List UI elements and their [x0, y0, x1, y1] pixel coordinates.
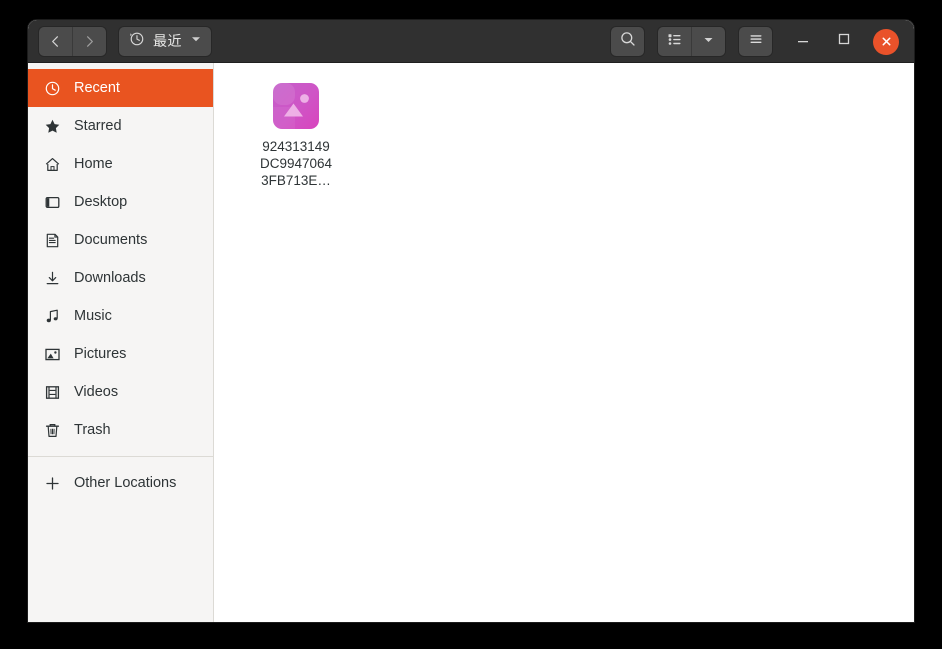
file-grid: 924313149 DC9947064 3FB713E…: [240, 77, 914, 195]
file-view[interactable]: 924313149 DC9947064 3FB713E…: [214, 63, 914, 622]
chevron-right-icon: [82, 34, 97, 49]
file-name-line: DC9947064: [259, 156, 333, 171]
header-left-controls: 最近: [28, 26, 211, 56]
close-icon: [873, 28, 899, 55]
hamburger-menu-icon: [747, 30, 765, 53]
search-button[interactable]: [611, 27, 644, 56]
search-icon: [619, 30, 637, 53]
sidebar-item-label: Recent: [74, 79, 120, 96]
view-options-dropdown-button[interactable]: [691, 27, 725, 56]
list-view-button[interactable]: [658, 27, 691, 56]
main-menu-button[interactable]: [739, 27, 772, 56]
videos-icon: [44, 384, 61, 401]
path-bar-button[interactable]: 最近: [119, 26, 211, 56]
downloads-icon: [44, 270, 61, 287]
maximize-icon: [836, 31, 852, 52]
file-manager-window: 最近 Recent Starred Home Desktop Documents…: [28, 20, 914, 622]
back-button[interactable]: [39, 26, 72, 56]
image-file-icon: [273, 83, 319, 129]
trash-icon: [44, 422, 61, 439]
chevron-down-icon: [190, 32, 202, 50]
desktop-icon: [44, 194, 61, 211]
pictures-icon: [44, 346, 61, 363]
sidebar-item-music[interactable]: Music: [28, 297, 213, 335]
chevron-left-icon: [48, 34, 63, 49]
header-right-controls: [611, 20, 906, 63]
path-label: 最近: [153, 33, 182, 49]
view-mode-group: [658, 27, 725, 56]
documents-icon: [44, 232, 61, 249]
close-button[interactable]: [866, 20, 906, 63]
plus-icon: [44, 475, 61, 492]
sidebar-item-desktop[interactable]: Desktop: [28, 183, 213, 221]
sidebar-item-home[interactable]: Home: [28, 145, 213, 183]
navigation-buttons: [39, 26, 106, 56]
sidebar: Recent Starred Home Desktop Documents Do…: [28, 63, 214, 622]
sidebar-item-pictures[interactable]: Pictures: [28, 335, 213, 373]
file-name-line: 3FB713E…: [261, 173, 331, 188]
sidebar-item-downloads[interactable]: Downloads: [28, 259, 213, 297]
sidebar-item-label: Starred: [74, 117, 122, 134]
sidebar-item-other-locations[interactable]: Other Locations: [28, 464, 213, 502]
sidebar-item-label: Home: [74, 155, 113, 172]
file-name-label: 924313149 DC9947064 3FB713E…: [260, 138, 332, 189]
minimize-icon: [795, 31, 811, 52]
sidebar-item-label: Documents: [74, 231, 148, 248]
sidebar-item-label: Music: [74, 307, 112, 324]
list-view-icon: [666, 31, 683, 53]
home-icon: [44, 156, 61, 173]
window-body: Recent Starred Home Desktop Documents Do…: [28, 63, 914, 622]
sidebar-item-label: Other Locations: [74, 474, 177, 491]
sidebar-item-label: Desktop: [74, 193, 128, 210]
star-icon: [44, 118, 61, 135]
chevron-down-icon: [702, 33, 715, 51]
forward-button[interactable]: [72, 26, 106, 56]
sidebar-item-videos[interactable]: Videos: [28, 373, 213, 411]
sidebar-item-trash[interactable]: Trash: [28, 411, 213, 449]
maximize-button[interactable]: [825, 20, 863, 63]
file-name-line: 924313149: [262, 139, 330, 154]
minimize-button[interactable]: [784, 20, 822, 63]
sidebar-item-label: Videos: [74, 383, 119, 400]
clock-icon: [44, 80, 61, 97]
desktop-background: 最近 Recent Starred Home Desktop Documents…: [0, 0, 942, 649]
header-bar: 最近: [28, 20, 914, 63]
sidebar-item-label: Trash: [74, 421, 111, 438]
sidebar-divider: [28, 456, 213, 457]
file-item[interactable]: 924313149 DC9947064 3FB713E…: [240, 77, 352, 195]
sidebar-item-label: Downloads: [74, 269, 146, 286]
sidebar-item-recent[interactable]: Recent: [28, 69, 213, 107]
history-clock-icon: [128, 30, 145, 52]
sidebar-item-label: Pictures: [74, 345, 127, 362]
sidebar-item-starred[interactable]: Starred: [28, 107, 213, 145]
music-icon: [44, 308, 61, 325]
sidebar-item-documents[interactable]: Documents: [28, 221, 213, 259]
